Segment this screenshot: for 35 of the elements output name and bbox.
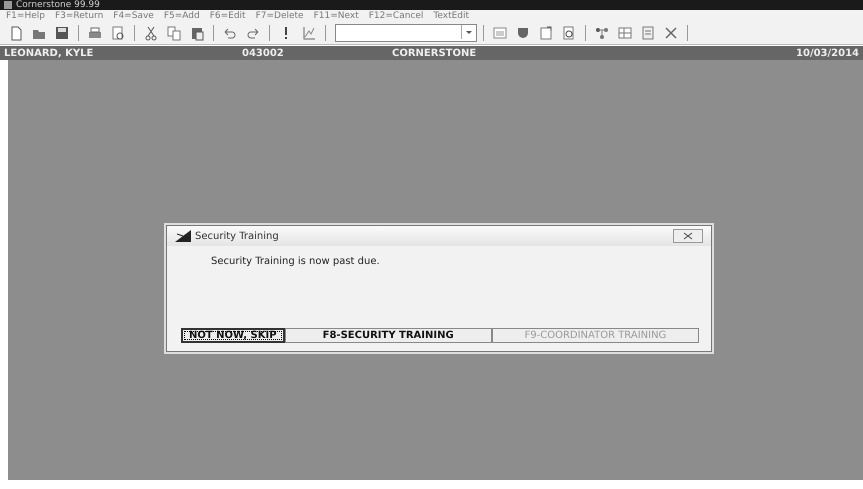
menu-item[interactable]: F6=Edit [210,11,246,21]
customer-name: LEONARD, KYLE [4,48,94,58]
document-icon[interactable] [538,25,554,41]
dropdown-field[interactable] [335,24,477,42]
site-name: CORNERSTONE [392,48,478,58]
grid-icon[interactable] [617,25,633,41]
menu-item[interactable]: F7=Delete [256,11,304,21]
menu-item[interactable]: F1=Help [6,11,45,21]
dialog-message: Security Training is now past due. [211,256,380,267]
paste-icon[interactable] [189,25,205,41]
print-preview-icon[interactable] [110,25,126,41]
copy-icon[interactable] [166,25,182,41]
app-icon [4,1,12,9]
customer-code: 043002 [242,48,285,58]
close-button[interactable] [673,229,703,243]
dialog-title: Security Training [195,230,279,242]
shield-icon[interactable] [515,25,531,41]
app-icon [175,230,191,242]
network-icon[interactable] [594,25,610,41]
date-label: 10/03/2014 [796,48,859,58]
form-icon[interactable] [640,25,656,41]
window-icon[interactable] [492,25,508,41]
menu-item[interactable]: F3=Return [54,11,104,21]
window-title: Cornerstone 99.99 [16,0,100,10]
printer-icon[interactable] [87,25,103,41]
security-training-button[interactable]: F8-SECURITY TRAINING [284,328,492,343]
menu-item[interactable]: F5=Add [164,11,200,21]
menu-item[interactable]: TextEdit [433,11,470,21]
menu-item[interactable]: F11=Next [314,11,359,21]
save-icon[interactable] [54,25,70,41]
menu-item[interactable]: F12=Cancel [368,11,424,21]
scissors-icon[interactable] [143,25,159,41]
close-icon [683,232,693,240]
menu-item[interactable]: F4=Save [113,11,154,21]
chart-icon[interactable] [301,25,317,41]
